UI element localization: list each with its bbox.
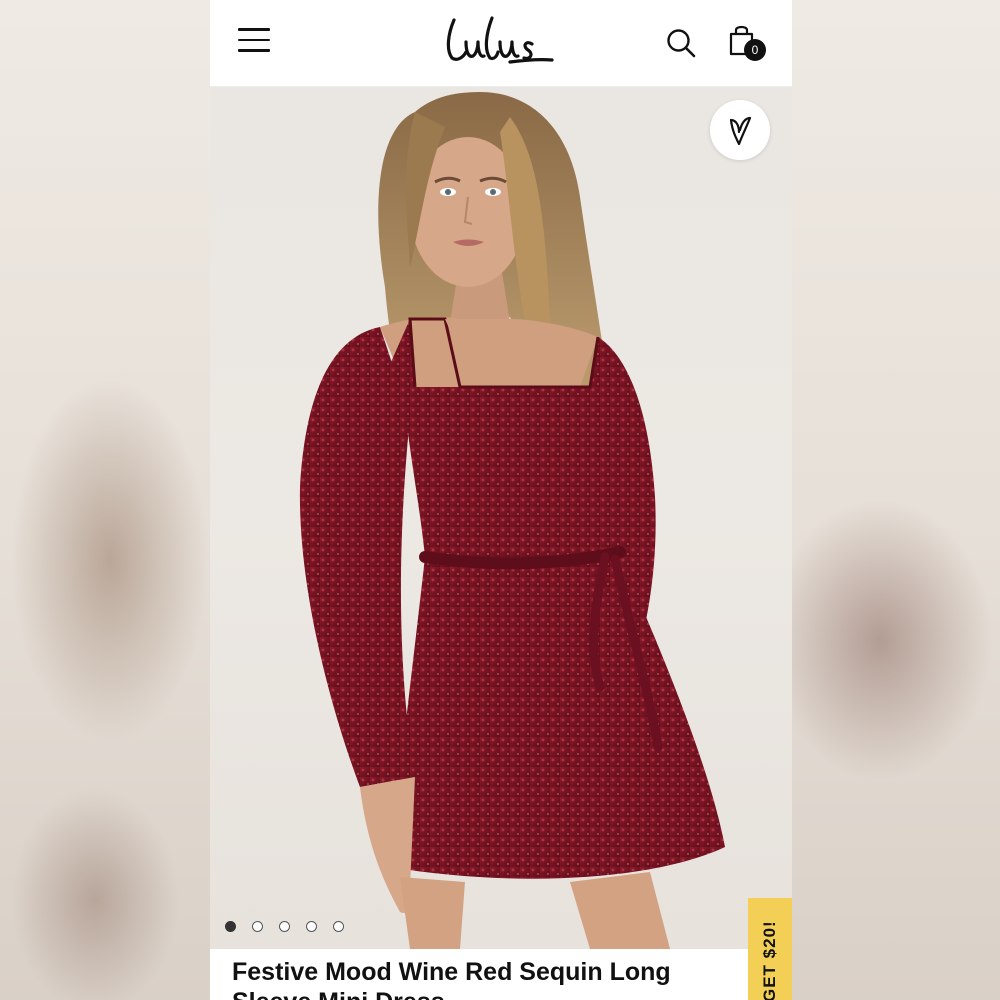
cart-count-badge: 0	[744, 39, 766, 61]
carousel-dot-5[interactable]	[333, 921, 344, 932]
model-photo	[299, 92, 725, 949]
carousel-dot-2[interactable]	[252, 921, 263, 932]
carousel-dot-3[interactable]	[279, 921, 290, 932]
site-header: 0	[210, 0, 792, 87]
lulus-logo[interactable]	[440, 12, 560, 72]
product-title-section: Festive Mood Wine Red Sequin Long Sleeve…	[210, 949, 792, 1000]
carousel-dot-4[interactable]	[306, 921, 317, 932]
hamburger-menu-icon[interactable]	[238, 28, 270, 56]
shopping-bag-button[interactable]: 0	[728, 24, 772, 64]
carousel-dot-1[interactable]	[225, 921, 236, 932]
promo-tab[interactable]: GET $20!	[748, 898, 792, 1000]
promo-label: GET $20!	[760, 920, 779, 1000]
heart-icon[interactable]	[710, 100, 770, 160]
product-title: Festive Mood Wine Red Sequin Long Sleeve…	[232, 958, 671, 1000]
mobile-page: 0 Festive Mood Wine Red Sequin Long GET …	[210, 0, 792, 1000]
search-icon[interactable]	[666, 28, 696, 58]
product-image[interactable]	[210, 87, 792, 949]
